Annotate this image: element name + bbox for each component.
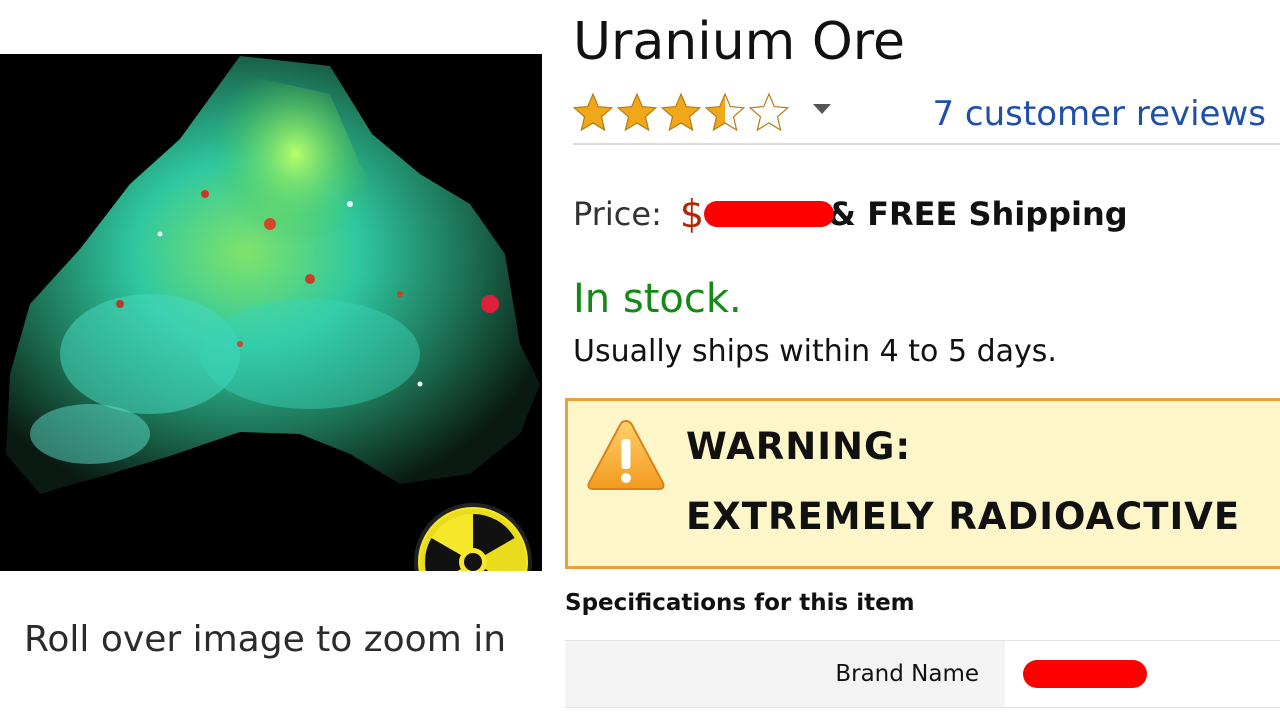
uranium-ore-photo	[6, 56, 540, 494]
stock-status: In stock.	[573, 276, 742, 322]
star-rating[interactable]	[573, 90, 793, 134]
spec-row: Brand Name	[565, 641, 1280, 708]
spec-label-brand: Brand Name	[835, 661, 979, 687]
radiation-icon	[412, 501, 534, 571]
spec-value-redaction	[1023, 660, 1147, 688]
warning-triangle-icon	[587, 419, 665, 490]
price-value: $	[679, 192, 834, 236]
product-page: Roll over image to zoom in Uranium Ore 7…	[0, 0, 1280, 720]
star-rating-icon	[573, 93, 789, 131]
warning-box: WARNING: EXTREMELY RADIOACTIVE	[565, 398, 1280, 569]
ships-note: Usually ships within 4 to 5 days.	[573, 334, 1057, 369]
customer-reviews-link[interactable]: 7 customer reviews	[932, 94, 1266, 134]
warning-title: WARNING:	[686, 425, 912, 468]
product-title: Uranium Ore	[573, 12, 906, 72]
chevron-down-icon[interactable]	[813, 104, 831, 114]
warning-message: EXTREMELY RADIOACTIVE	[686, 495, 1241, 538]
product-image[interactable]	[0, 54, 542, 571]
zoom-hint: Roll over image to zoom in	[24, 619, 507, 660]
spec-label-cell: Brand Name	[565, 641, 1005, 707]
divider	[573, 143, 1280, 145]
price-redaction	[703, 201, 834, 227]
free-shipping: & FREE Shipping	[828, 195, 1128, 233]
price-label: Price:	[573, 195, 662, 233]
specs-heading: Specifications for this item	[565, 590, 915, 616]
price-row: Price: $ & FREE Shipping	[573, 186, 1128, 242]
price-currency: $	[679, 192, 705, 236]
